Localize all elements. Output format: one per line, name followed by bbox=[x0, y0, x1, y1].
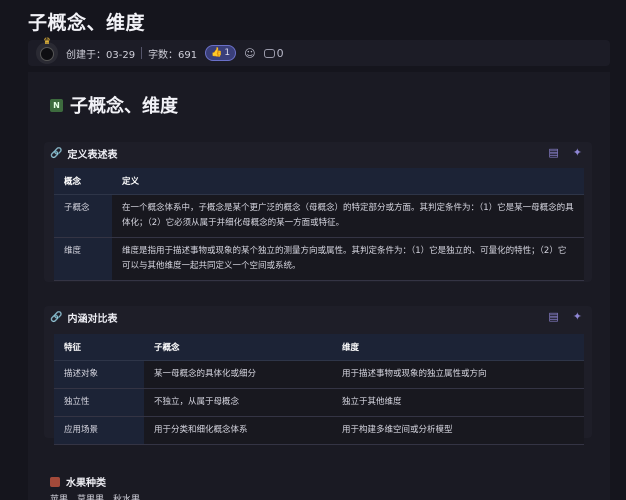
table-cell: 应用场景 bbox=[54, 416, 144, 445]
smiley-add-icon: ☺ bbox=[244, 46, 256, 60]
table-row: 维度 维度是指用于描述事物或现象的某个独立的测量方向或属性。其判定条件为：（1）… bbox=[54, 237, 584, 281]
card-header: 🔗 内涵对比表 bbox=[50, 306, 117, 328]
table-cell: 不独立，从属于母概念 bbox=[144, 388, 332, 417]
emoji-reaction-button[interactable]: ☺ bbox=[244, 47, 255, 60]
fruit-section-text: 苹果、草果果、秋水果 bbox=[50, 495, 141, 500]
word-count: 字数：691 bbox=[148, 49, 198, 61]
table-cell: 独立性 bbox=[54, 388, 144, 417]
table-cell: 维度 bbox=[54, 237, 112, 281]
meta-divider bbox=[141, 47, 143, 59]
comment-button[interactable]: 0 bbox=[263, 46, 284, 60]
fruit-section-icon bbox=[50, 476, 60, 487]
comment-icon bbox=[263, 48, 275, 58]
created-date: 创建于：03-29 bbox=[66, 49, 136, 61]
link-icon: 🔗 bbox=[50, 147, 63, 159]
table-row: 独立性 不独立，从属于母概念 独立于其他维度 bbox=[54, 388, 584, 417]
link-icon: 🔗 bbox=[50, 311, 63, 323]
table-cell: 描述对象 bbox=[54, 360, 144, 389]
avatar-image bbox=[40, 47, 54, 61]
thumbs-up-icon: 👍 bbox=[211, 48, 223, 58]
card-title: 内涵对比表 bbox=[67, 313, 118, 325]
table-cell: 子概念 bbox=[54, 194, 112, 238]
comment-count: 0 bbox=[276, 46, 284, 60]
table-cell: 用于分类和细化概念体系 bbox=[144, 416, 332, 445]
comment-icon[interactable]: ▤ bbox=[548, 310, 558, 323]
crown-icon: ♛ bbox=[43, 37, 52, 47]
card-tools: ▤ ✦ bbox=[548, 310, 582, 323]
column-header: 特征 bbox=[54, 334, 144, 361]
table-cell: 某一母概念的具体化或细分 bbox=[144, 360, 332, 389]
card-title: 定义表述表 bbox=[67, 149, 118, 161]
document-title: 子概念、维度 bbox=[28, 12, 146, 34]
table-cell: 用于构建多维空间或分析模型 bbox=[332, 416, 584, 445]
table-row: 子概念 在一个概念体系中，子概念是某个更广泛的概念（母概念）的特定部分或方面。其… bbox=[54, 194, 584, 238]
table-row: 应用场景 用于分类和细化概念体系 用于构建多维空间或分析模型 bbox=[54, 416, 584, 445]
author-avatar[interactable]: ♛ bbox=[36, 38, 58, 64]
card-header: 🔗 定义表述表 bbox=[50, 142, 117, 164]
column-header: 定义 bbox=[112, 168, 584, 195]
fruit-section-header: 水果种类 bbox=[50, 474, 106, 489]
document-meta-bar: ♛ 创建于：03-29 字数：691 👍 1 ☺ 0 bbox=[28, 38, 610, 66]
column-header: 维度 bbox=[332, 334, 584, 361]
comment-icon[interactable]: ▤ bbox=[548, 146, 558, 159]
notion-badge-icon: N bbox=[50, 98, 63, 112]
definition-table: 概念 定义 子概念 在一个概念体系中，子概念是某个更广泛的概念（母概念）的特定部… bbox=[54, 168, 584, 281]
sparkle-icon[interactable]: ✦ bbox=[573, 146, 582, 159]
comparison-table-card: 🔗 内涵对比表 ▤ ✦ 特征 子概念 维度 描述对象 某一母概念的具体化或细分 … bbox=[44, 306, 592, 445]
table-cell: 维度是指用于描述事物或现象的某个独立的测量方向或属性。其判定条件为：（1）它是独… bbox=[112, 237, 584, 281]
page: 子概念、维度 ♛ 创建于：03-29 字数：691 👍 1 ☺ 0 N 子概念、… bbox=[0, 0, 626, 500]
heading-text: 子概念、维度 bbox=[70, 96, 178, 117]
comparison-table: 特征 子概念 维度 描述对象 某一母概念的具体化或细分 用于描述事物或现象的独立… bbox=[54, 334, 584, 445]
content-heading: N 子概念、维度 bbox=[50, 92, 178, 118]
column-header: 子概念 bbox=[144, 334, 332, 361]
table-cell: 独立于其他维度 bbox=[332, 388, 584, 417]
table-cell: 在一个概念体系中，子概念是某个更广泛的概念（母概念）的特定部分或方面。其判定条件… bbox=[112, 194, 584, 238]
table-row: 描述对象 某一母概念的具体化或细分 用于描述事物或现象的独立属性或方向 bbox=[54, 360, 584, 389]
definition-table-card: 🔗 定义表述表 ▤ ✦ 概念 定义 子概念 在一个概念体系中，子概念是某个更广泛… bbox=[44, 142, 592, 282]
card-tools: ▤ ✦ bbox=[548, 146, 582, 159]
like-count: 1 bbox=[224, 48, 231, 58]
sparkle-icon[interactable]: ✦ bbox=[573, 310, 582, 323]
column-header: 概念 bbox=[54, 168, 112, 195]
table-cell: 用于描述事物或现象的独立属性或方向 bbox=[332, 360, 584, 389]
like-button[interactable]: 👍 1 bbox=[205, 45, 237, 61]
section-title: 水果种类 bbox=[66, 478, 106, 489]
